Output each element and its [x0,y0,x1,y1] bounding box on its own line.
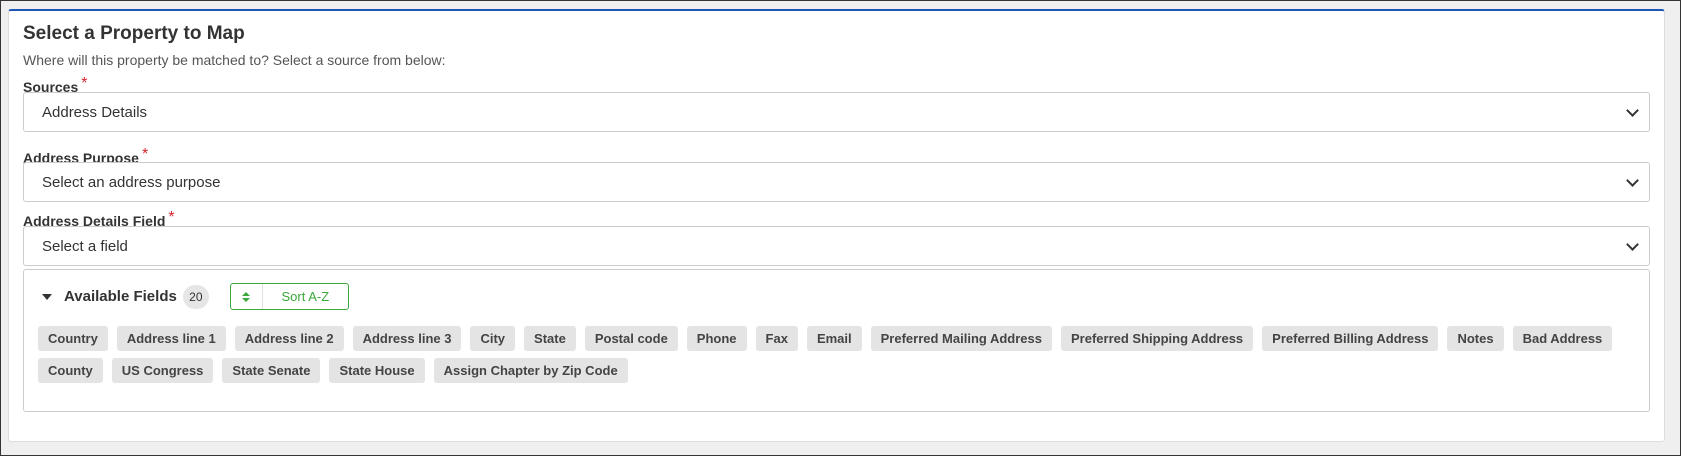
address-details-field-select-value: Select a field [42,237,128,255]
field-chip[interactable]: Notes [1447,326,1504,351]
sources-select-value: Address Details [42,103,148,121]
field-chip[interactable]: Preferred Mailing Address [870,326,1052,351]
chevron-down-icon [1626,237,1639,251]
chip-row-1: Country Address line 1 Address line 2 Addre… [38,326,1628,351]
sources-select[interactable]: Address Details [23,92,1650,132]
address-details-field-select[interactable]: Select a field [23,226,1650,266]
chevron-down-icon [1626,103,1639,117]
required-asterisk: * [168,209,175,226]
available-fields-title[interactable]: Available Fields [64,288,177,305]
window-frame: Select a Property to Map Where will this… [0,0,1681,456]
page-title: Select a Property to Map [23,23,245,44]
field-chip[interactable]: County [38,358,103,383]
available-fields-header: Available Fields 20 Sort A-Z [42,283,349,310]
map-property-panel: Select a Property to Map Where will this… [8,9,1665,442]
field-chip[interactable]: Phone [686,326,747,351]
field-chip[interactable]: Address line 2 [234,326,344,351]
field-chip[interactable]: Preferred Billing Address [1262,326,1439,351]
field-chip[interactable]: State [524,326,576,351]
available-fields-box: Available Fields 20 Sort A-Z Country Addr… [23,269,1650,412]
chevron-down-icon [1626,173,1639,187]
address-purpose-select[interactable]: Select an address purpose [23,162,1650,202]
sort-icon [231,284,263,309]
field-chip[interactable]: Preferred Shipping Address [1060,326,1254,351]
field-chip[interactable]: Email [806,326,862,351]
sort-az-label: Sort A-Z [281,289,330,304]
field-chip[interactable]: Address line 3 [352,326,462,351]
page-subtitle: Where will this property be matched to? … [23,52,446,68]
collapse-caret-icon[interactable] [42,293,52,300]
field-chip[interactable]: Address line 1 [116,326,226,351]
field-chip[interactable]: City [470,326,516,351]
required-asterisk: * [141,146,149,163]
field-chip[interactable]: US Congress [111,358,214,383]
required-asterisk: * [81,75,88,92]
sort-az-button[interactable]: Sort A-Z [229,283,349,310]
field-chip[interactable]: State Senate [222,358,321,383]
field-chips: Country Address line 1 Address line 2 Addre… [38,326,1628,390]
address-purpose-select-value: Select an address purpose [42,173,221,191]
field-chip[interactable]: Fax [755,326,798,351]
field-count-badge: 20 [182,284,209,309]
field-chip[interactable]: Bad Address [1512,326,1613,351]
field-chip[interactable]: State House [329,358,425,383]
field-chip[interactable]: Postal code [584,326,678,351]
chip-row-2: County US Congress State Senate State House… [38,358,1628,383]
field-chip[interactable]: Country [38,326,108,351]
field-chip[interactable]: Assign Chapter by Zip Code [433,358,628,383]
